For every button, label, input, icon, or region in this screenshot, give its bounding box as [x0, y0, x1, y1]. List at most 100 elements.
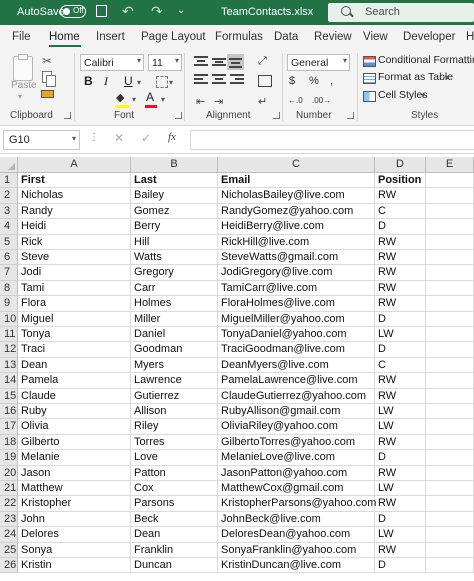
column-header-b[interactable]: B [131, 157, 218, 173]
table-cell[interactable]: MelanieLove@live.com [218, 450, 375, 466]
row-header[interactable]: 12 [0, 342, 18, 358]
table-cell[interactable]: Flora [18, 296, 131, 312]
fill-dropdown-icon[interactable]: ▾ [132, 95, 136, 104]
format-painter-icon[interactable] [41, 90, 54, 98]
borders-icon[interactable] [156, 76, 168, 88]
enter-icon[interactable]: ✓ [141, 131, 151, 145]
font-size-select[interactable]: 11 ▾ [148, 54, 182, 71]
table-cell[interactable]: Franklin [131, 542, 218, 558]
tab-insert[interactable]: Insert [96, 31, 125, 43]
table-cell[interactable]: HeidiBerry@live.com [218, 219, 375, 235]
row-header[interactable]: 24 [0, 527, 18, 543]
tab-home[interactable]: Home [49, 31, 80, 43]
table-cell[interactable]: Steve [18, 250, 131, 266]
italic-icon[interactable]: I [104, 74, 108, 89]
table-cell[interactable]: Daniel [131, 327, 218, 343]
table-cell[interactable]: RickHill@live.com [218, 234, 375, 250]
table-cell[interactable]: PamelaLawrence@live.com [218, 373, 375, 389]
font-color-icon[interactable]: A [146, 90, 154, 104]
align-top-icon[interactable] [194, 56, 208, 68]
table-cell[interactable]: Randy [18, 203, 131, 220]
table-cell[interactable]: TonyaDaniel@yahoo.com [218, 327, 375, 343]
table-cell[interactable]: Gutierrez [131, 388, 218, 404]
table-cell[interactable]: D [375, 450, 426, 466]
conditional-formatting-button[interactable]: Conditional Formatting [378, 54, 474, 66]
table-cell[interactable] [426, 203, 474, 220]
table-cell[interactable]: Jason [18, 465, 131, 481]
table-cell[interactable]: RW [375, 234, 426, 250]
tab-file[interactable]: File [12, 31, 31, 43]
row-header[interactable]: 9 [0, 296, 18, 312]
borders-dropdown-icon[interactable]: ▾ [169, 78, 173, 87]
table-cell[interactable]: LW [375, 327, 426, 343]
fill-color-icon[interactable]: ◆ [116, 91, 124, 104]
table-cell[interactable]: FloraHolmes@live.com [218, 296, 375, 312]
accounting-format-icon[interactable]: $ [289, 75, 295, 87]
table-cell[interactable]: Gilberto [18, 434, 131, 451]
format-as-table-button[interactable]: Format as Table [378, 71, 453, 83]
table-cell[interactable]: RW [375, 373, 426, 389]
align-right-icon[interactable] [230, 74, 244, 86]
row-header[interactable]: 18 [0, 434, 18, 451]
paste-dropdown-icon[interactable]: ▾ [18, 92, 22, 101]
table-cell[interactable] [426, 481, 474, 497]
number-format-select[interactable]: General ▾ [287, 54, 350, 71]
clipboard-launcher-icon[interactable] [64, 112, 71, 119]
table-cell[interactable]: TamiCarr@live.com [218, 280, 375, 297]
row-header[interactable]: 19 [0, 450, 18, 466]
table-cell[interactable]: Beck [131, 511, 218, 528]
table-cell[interactable]: Duncan [131, 558, 218, 574]
table-cell[interactable]: Claude [18, 388, 131, 404]
decrease-decimal-icon[interactable]: .00→ [312, 96, 331, 105]
table-cell[interactable] [426, 219, 474, 235]
table-cell[interactable] [426, 373, 474, 389]
row-header[interactable]: 16 [0, 404, 18, 420]
table-cell[interactable]: Gregory [131, 265, 218, 281]
copy-icon[interactable] [42, 71, 56, 87]
table-cell[interactable]: RW [375, 188, 426, 204]
tab-view[interactable]: View [363, 31, 388, 43]
paste-icon[interactable] [13, 54, 33, 81]
table-cell[interactable]: RW [375, 250, 426, 266]
table-cell[interactable]: D [375, 511, 426, 528]
header-cell[interactable]: Last [131, 173, 218, 189]
table-cell[interactable] [426, 388, 474, 404]
table-cell[interactable]: SonyaFranklin@yahoo.com [218, 542, 375, 558]
table-cell[interactable] [426, 342, 474, 358]
table-cell[interactable]: D [375, 311, 426, 327]
number-launcher-icon[interactable] [347, 112, 354, 119]
table-cell[interactable]: RW [375, 296, 426, 312]
increase-indent-icon[interactable]: ⇥ [214, 95, 223, 108]
table-cell[interactable]: Miguel [18, 311, 131, 327]
column-header-d[interactable]: D [375, 157, 426, 173]
table-cell[interactable]: OliviaRiley@yahoo.com [218, 419, 375, 435]
table-cell[interactable]: Kristopher [18, 496, 131, 512]
table-cell[interactable] [426, 527, 474, 543]
table-cell[interactable]: Rick [18, 234, 131, 250]
table-cell[interactable]: Tami [18, 280, 131, 297]
tab-help[interactable]: H [466, 31, 474, 43]
increase-decimal-icon[interactable]: ←.0 [288, 96, 303, 105]
table-cell[interactable]: JohnBeck@live.com [218, 511, 375, 528]
insert-function-icon[interactable]: fx [168, 131, 176, 143]
align-center-icon[interactable] [212, 74, 226, 86]
customize-toolbar-icon[interactable]: ⌄ [177, 5, 185, 16]
table-cell[interactable]: Watts [131, 250, 218, 266]
table-cell[interactable]: Heidi [18, 219, 131, 235]
decrease-indent-icon[interactable]: ⇤ [196, 95, 205, 108]
row-header[interactable]: 6 [0, 250, 18, 266]
row-header[interactable]: 13 [0, 357, 18, 374]
table-cell[interactable]: Myers [131, 357, 218, 374]
wrap-text-icon[interactable]: ↵ [258, 95, 267, 108]
table-cell[interactable]: Bailey [131, 188, 218, 204]
table-cell[interactable]: RW [375, 388, 426, 404]
table-cell[interactable]: LW [375, 404, 426, 420]
merge-center-icon[interactable] [258, 75, 272, 87]
row-header[interactable]: 10 [0, 311, 18, 327]
table-cell[interactable]: Lawrence [131, 373, 218, 389]
select-all-corner[interactable] [0, 157, 18, 173]
table-cell[interactable]: Patton [131, 465, 218, 481]
cell-styles-dropdown-icon[interactable]: ▾ [421, 91, 425, 100]
column-header-e[interactable]: E [426, 157, 474, 173]
table-cell[interactable]: D [375, 219, 426, 235]
